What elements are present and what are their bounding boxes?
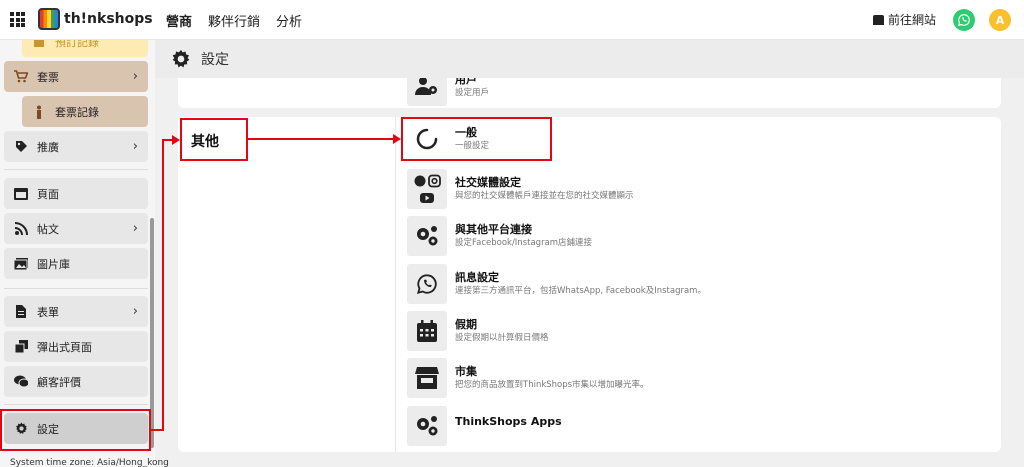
setting-title: 市集: [455, 365, 477, 378]
setting-desc: 設定用戶: [455, 88, 490, 98]
sidebar-item-forms[interactable]: 表單 ›: [4, 296, 148, 327]
setting-desc: 與您的社交媒體帳戶連接並在您的社交媒體顯示: [455, 191, 634, 201]
broadcast-icon: [14, 221, 28, 236]
divider: [4, 288, 148, 289]
setting-row-platforms[interactable]: 與其他平台連接 設定Facebook/Instagram店鋪連接: [407, 216, 592, 256]
logo-mark-icon: [38, 8, 60, 30]
chevron-right-icon: ›: [132, 139, 138, 154]
sidebar-item-label: 頁面: [37, 187, 59, 201]
avatar[interactable]: A: [989, 9, 1011, 31]
sidebar-item-promotion[interactable]: 推廣 ›: [4, 131, 148, 162]
main-nav: 營商 夥伴行銷 分析: [166, 11, 302, 30]
social-media-icon: [407, 169, 447, 209]
file-icon: [14, 305, 28, 319]
goto-site-label: 前往網站: [888, 13, 937, 27]
clone-icon: [14, 340, 28, 354]
setting-title: 與其他平台連接: [455, 223, 532, 236]
store-icon: [407, 358, 447, 398]
whatsapp-icon: [407, 264, 447, 304]
setting-title: 假期: [455, 318, 477, 331]
images-icon: [14, 257, 28, 271]
nav-business[interactable]: 營商: [166, 11, 192, 30]
setting-desc: 設定假期以計算假日價格: [455, 333, 549, 343]
person-icon: [32, 105, 46, 119]
setting-row-social[interactable]: 社交媒體設定 與您的社交媒體帳戶連接並在您的社交媒體顯示: [407, 169, 634, 209]
divider: [395, 117, 396, 452]
cart-icon: [14, 70, 28, 84]
top-bar: th!nkshops 營商 夥伴行銷 分析 前往網站 A: [0, 0, 1024, 40]
nav-affiliate[interactable]: 夥伴行銷: [208, 11, 260, 30]
store-icon: [873, 14, 884, 25]
setting-desc: 把您的商品放置到ThinkShops市集以增加曝光率。: [455, 380, 649, 390]
setting-title: 訊息設定: [455, 271, 499, 284]
sidebar-item-label: 帖文: [37, 222, 59, 236]
chevron-right-icon: ›: [132, 304, 138, 319]
chevron-right-icon: ›: [132, 69, 138, 84]
setting-row-apps[interactable]: ThinkShops Apps: [407, 406, 562, 446]
setting-row-messaging[interactable]: 訊息設定 連接第三方通訊平台，包括WhatsApp, Facebook及Inst…: [407, 264, 706, 304]
page-icon: [14, 187, 28, 201]
sidebar-item-label: 推廣: [37, 140, 59, 154]
cogs-icon: [407, 406, 447, 446]
sidebar-item-label: 預訂記錄: [55, 40, 99, 49]
goto-site-link[interactable]: 前往網站: [873, 11, 936, 28]
sidebar-item-popup-pages[interactable]: 彈出式頁面: [4, 331, 148, 362]
setting-row-holidays[interactable]: 假期 設定假期以計算假日價格: [407, 311, 549, 351]
comments-icon: [14, 375, 28, 389]
sidebar-item-package-records[interactable]: 套票記錄: [22, 96, 148, 127]
calendar-icon: [32, 40, 46, 49]
sidebar-item-gallery[interactable]: 圖片庫: [4, 248, 148, 279]
timezone-text: System time zone: Asia/Hong_kong: [10, 458, 169, 467]
sidebar-item-label: 彈出式頁面: [37, 340, 92, 354]
annotation-box-general: [401, 117, 552, 161]
setting-desc: 連接第三方通訊平台，包括WhatsApp, Facebook及Instagram…: [455, 286, 706, 296]
sidebar-item-pages[interactable]: 頁面: [4, 178, 148, 209]
nav-analytics[interactable]: 分析: [276, 11, 302, 30]
sidebar-item-bookings[interactable]: 預訂記錄: [22, 40, 148, 57]
cogs-icon: [407, 216, 447, 256]
sidebar-item-reviews[interactable]: 顧客評價: [4, 366, 148, 397]
setting-title: 社交媒體設定: [455, 176, 521, 189]
annotation-box-other: [180, 118, 248, 161]
apps-grid-icon[interactable]: [10, 12, 25, 27]
sidebar-item-posts[interactable]: 帖文 ›: [4, 213, 148, 244]
sidebar-item-label: 套票: [37, 70, 59, 84]
sidebar-item-label: 圖片庫: [37, 257, 70, 271]
setting-title: ThinkShops Apps: [455, 414, 562, 428]
setting-desc: 設定Facebook/Instagram店鋪連接: [455, 238, 593, 248]
divider: [4, 169, 148, 170]
whatsapp-button[interactable]: [953, 9, 975, 31]
logo-text: th!nkshops: [64, 11, 153, 27]
sidebar-item-label: 套票記錄: [55, 105, 99, 119]
sidebar-item-label: 顧客評價: [37, 375, 81, 389]
tag-icon: [14, 140, 28, 154]
annotation-box-settings: [0, 409, 151, 451]
gear-icon: [172, 49, 190, 68]
divider: [4, 404, 148, 405]
sidebar-item-label: 表單: [37, 305, 59, 319]
chevron-right-icon: ›: [132, 221, 138, 236]
page-header-overlay: 設定: [155, 40, 1024, 78]
sidebar: 預訂記錄 套票 › 套票記錄 推廣 › 頁面 帖文 › 圖片庫 表單 › 彈出式…: [0, 40, 155, 467]
calendar-icon: [407, 311, 447, 351]
sidebar-item-package[interactable]: 套票 ›: [4, 61, 148, 92]
whatsapp-icon: [957, 14, 970, 27]
logo[interactable]: th!nkshops: [38, 8, 153, 30]
page-title: 設定: [201, 52, 229, 68]
setting-row-marketplace[interactable]: 市集 把您的商品放置到ThinkShops市集以增加曝光率。: [407, 358, 649, 398]
